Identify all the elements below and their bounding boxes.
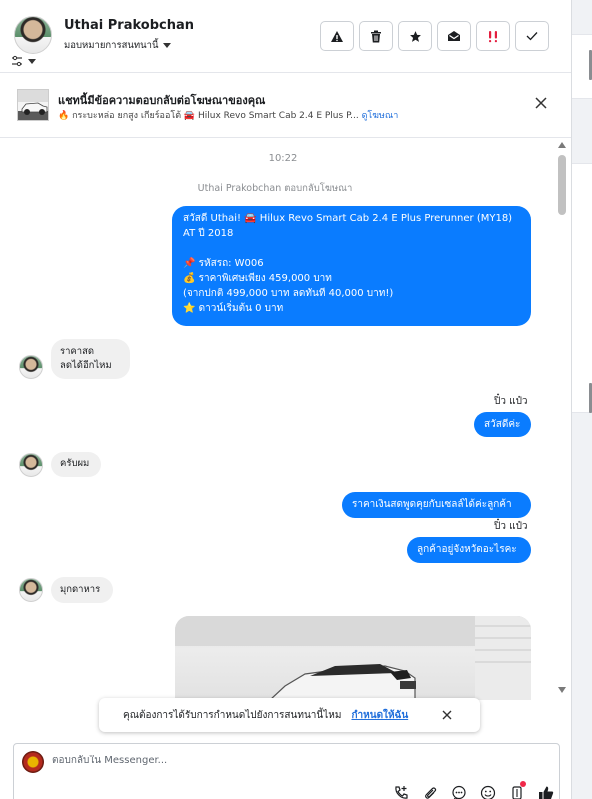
ad-thumbnail[interactable] — [17, 89, 49, 121]
message-line — [183, 241, 520, 256]
scroll-down-arrow-icon[interactable] — [558, 687, 566, 693]
contact-avatar[interactable] — [14, 16, 52, 54]
paperclip-icon — [425, 787, 437, 799]
settings-dropdown[interactable] — [11, 55, 41, 67]
sender-name: ปิ๋ว แป๋ว — [494, 396, 528, 407]
chevron-down-icon — [28, 58, 36, 64]
envelope-open-icon — [448, 31, 460, 41]
car-thumbnail-icon — [21, 102, 48, 115]
incoming-message[interactable]: ราคาสด ลดได้อีกไหม — [51, 339, 130, 379]
sender-name: ปิ๋ว แป๋ว — [494, 521, 528, 532]
close-icon[interactable] — [534, 96, 548, 110]
star-icon — [409, 30, 421, 42]
conversation-header: Uthai Prakobchan มอบหมายการสนทนานี้ — [0, 0, 571, 73]
double-exclamation-icon — [489, 30, 497, 42]
ad-description: 🔥 กระบะหล่อ ยกสูง เกียร์ออโต้ 🚘 Hilux Re… — [58, 111, 359, 121]
message-line: 💰 ราคาพิเศษเพียง 459,000 บาท — [183, 273, 332, 284]
scroll-up-arrow-icon[interactable] — [558, 142, 566, 148]
sliders-icon — [12, 55, 22, 67]
side-panel-stub — [572, 163, 592, 413]
message-line: (จากปกติ 499,000 บาท ลดทันที 40,000 บาท!… — [183, 288, 394, 299]
image-attachment[interactable] — [175, 616, 531, 700]
contact-avatar[interactable] — [19, 355, 43, 379]
scrollbar-thumb[interactable] — [558, 155, 566, 215]
follow-up-button[interactable] — [476, 21, 510, 51]
message-line: สวัสดี Uthai! 🚘 Hilux Revo Smart Cab 2.4… — [183, 213, 513, 224]
assign-label: มอบหมายการสนทนานี้ — [64, 40, 159, 51]
ad-banner-subtitle: 🔥 กระบะหล่อ ยกสูง เกียร์ออโต้ 🚘 Hilux Re… — [58, 108, 398, 122]
view-ad-link[interactable]: ดูโฆษณา — [362, 111, 399, 121]
tools-icon — [512, 786, 522, 799]
more-tools-button[interactable] — [508, 781, 526, 799]
chat-bubble-icon — [452, 785, 466, 799]
incoming-message[interactable]: มุกดาหาร — [51, 577, 113, 603]
outgoing-message[interactable]: สวัสดีค่ะ — [474, 412, 531, 437]
add-call-button[interactable] — [392, 784, 410, 799]
saved-replies-button[interactable] — [450, 784, 468, 799]
page-avatar — [22, 751, 44, 773]
like-button[interactable] — [537, 784, 555, 799]
delete-button[interactable] — [359, 21, 393, 51]
ad-banner-title: แชทนี้มีข้อความตอบกลับต่อโฆษณาของคุณ — [58, 94, 266, 107]
pickup-truck-photo — [175, 616, 531, 700]
assign-to-me-link[interactable]: กำหนดให้ฉัน — [351, 708, 408, 723]
contact-avatar[interactable] — [19, 453, 43, 477]
warning-icon — [331, 30, 343, 42]
thumbs-up-icon — [539, 786, 554, 799]
messenger-inbox-panel: Uthai Prakobchan มอบหมายการสนทนานี้ แชทน… — [0, 0, 592, 799]
outgoing-message[interactable]: ลูกค้าอยู่จังหวัดอะไรคะ — [407, 537, 531, 563]
message-composer — [13, 743, 560, 799]
emoji-button[interactable] — [479, 784, 497, 799]
checkmark-icon — [526, 32, 538, 41]
assign-prompt-text: คุณต้องการได้รับการกำหนดไปยังการสนทนานี้… — [123, 709, 342, 721]
ad-reply-note: Uthai Prakobchan ตอบกลับโฆษณา — [197, 183, 353, 194]
reply-input[interactable] — [52, 755, 352, 766]
assign-conversation-dropdown[interactable]: มอบหมายการสนทนานี้ — [64, 38, 171, 53]
mark-done-button[interactable] — [515, 21, 549, 51]
ad-reply-banner: แชทนี้มีข้อความตอบกลับต่อโฆษณาของคุณ 🔥 ก… — [0, 73, 571, 138]
message-timestamp: 10:22 — [268, 153, 298, 164]
attach-file-button[interactable] — [421, 784, 439, 799]
message-line: ⭐ ดาวน์เริ่มต้น 0 บาท — [183, 303, 284, 314]
header-actions — [320, 21, 549, 51]
star-button[interactable] — [398, 21, 432, 51]
assign-prompt-toast: คุณต้องการได้รับการกำหนดไปยังการสนทนานี้… — [99, 698, 480, 732]
chevron-down-icon — [162, 43, 171, 48]
outgoing-message[interactable]: ราคาเงินสดพูดคุยกับเซลล์ได้ค่ะลูกค้า — [342, 492, 531, 518]
contact-name[interactable]: Uthai Prakobchan — [64, 18, 194, 33]
trash-icon — [371, 30, 381, 42]
side-panel-edge — [571, 0, 592, 799]
message-line: AT ปี 2018 — [183, 228, 234, 239]
report-spam-button[interactable] — [320, 21, 354, 51]
smiley-icon — [480, 785, 496, 799]
phone-plus-icon — [395, 786, 408, 799]
incoming-message[interactable]: ครับผม — [51, 452, 101, 477]
contact-avatar[interactable] — [19, 578, 43, 602]
outgoing-message[interactable]: สวัสดี Uthai! 🚘 Hilux Revo Smart Cab 2.4… — [172, 206, 531, 326]
close-icon[interactable] — [441, 709, 453, 721]
composer-toolbar — [392, 781, 555, 799]
chat-scrollbar[interactable] — [555, 139, 569, 697]
mark-unread-button[interactable] — [437, 21, 471, 51]
message-line: 📌 รหัสรถ: W006 — [183, 258, 264, 269]
notification-dot — [520, 781, 526, 787]
